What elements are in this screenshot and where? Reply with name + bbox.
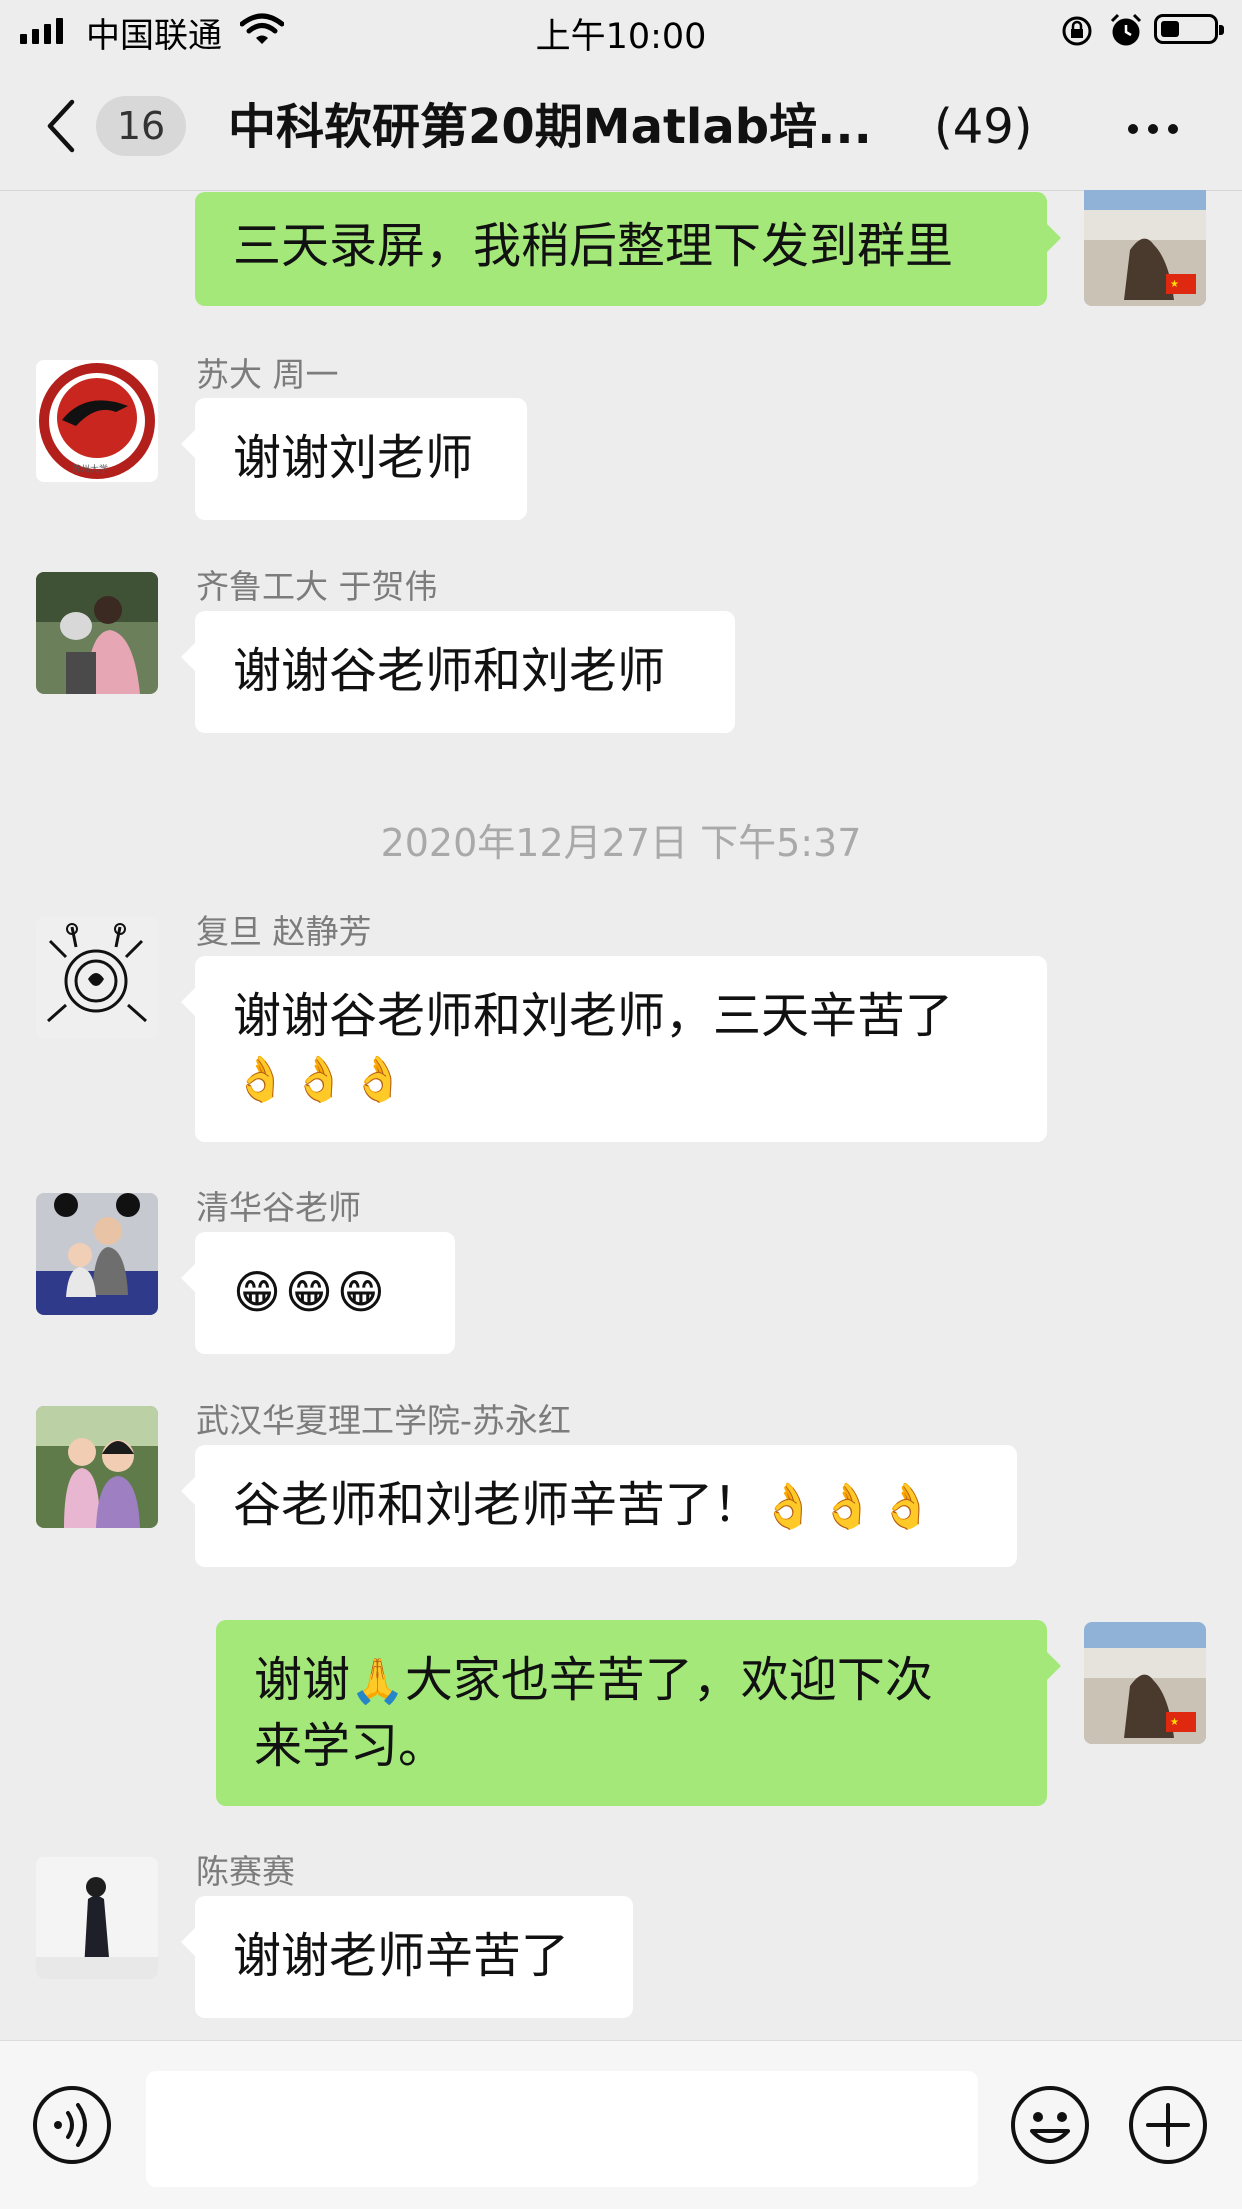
chat-bubble-incoming[interactable]: 谢谢刘老师 [181,398,527,520]
emoji-row: 👌👌👌 [761,1481,938,1532]
input-bar [0,2040,1242,2209]
sender-name: 陈赛赛 [196,1852,295,1891]
message-text: 谢谢谷老师和刘老师，三天辛苦了 [233,988,954,1044]
battery-icon [1154,14,1224,44]
message-text: 谢谢老师辛苦了 [233,1928,570,1984]
svg-text:★: ★ [1170,1717,1179,1728]
chat-title: 中科软研第20期Matlab培... [228,99,872,155]
message-text: 三天录屏，我稍后整理下发到群里 [233,218,954,274]
avatar[interactable] [36,1406,158,1528]
plus-circle-icon[interactable] [1128,2085,1208,2165]
sender-name: 齐鲁工大 于贺伟 [196,567,438,606]
chat-bubble-incoming[interactable]: 谢谢老师辛苦了 [181,1896,633,2018]
avatar[interactable]: 苏州大学 [36,360,158,482]
sender-name: 苏大 周一 [196,355,339,394]
avatar[interactable]: ★ [1084,190,1206,306]
unread-count-badge[interactable]: 16 [96,96,186,156]
avatar[interactable] [36,572,158,694]
member-count: (49) [934,99,1033,155]
emoji-row: 👌👌👌 [233,1054,410,1105]
message-input[interactable] [146,2071,978,2187]
emoji-face-icon[interactable] [1010,2085,1090,2165]
message-text: 大家也辛苦了，欢迎下次 [404,1652,933,1708]
message-text: 谷老师和刘老师辛苦了！ [233,1477,762,1533]
sender-name: 复旦 赵静芳 [196,912,372,951]
status-bar: 中国联通 上午10:00 [0,0,1242,62]
chat-screen: 中国联通 上午10:00 16 中科软研第20期Matlab培... (49) [0,0,1242,2209]
chat-bubble-incoming[interactable]: 谷老师和刘老师辛苦了！👌👌👌 [181,1445,1017,1567]
avatar[interactable]: ★ [1084,1622,1206,1744]
message-text: 谢谢刘老师 [233,430,474,486]
more-dots-icon[interactable] [1128,124,1178,134]
message-text: 谢谢 [254,1652,351,1708]
chat-bubble-outgoing[interactable]: 三天录屏，我稍后整理下发到群里 [195,192,1061,306]
chat-bubble-outgoing[interactable]: 谢谢🙏大家也辛苦了，欢迎下次 来学习。 [216,1620,1061,1806]
voice-icon[interactable] [32,2085,112,2165]
chat-bubble-incoming[interactable]: 谢谢谷老师和刘老师，三天辛苦了 👌👌👌 [181,956,1047,1142]
chat-bubble-incoming[interactable]: 😁😁😁 [181,1232,455,1354]
message-text: 来学习。 [254,1718,447,1774]
chat-header: 16 中科软研第20期Matlab培... (49) [0,62,1242,191]
chevron-left-icon[interactable] [44,98,78,154]
avatar[interactable] [36,1193,158,1315]
sender-name: 武汉华夏理工学院-苏永红 [196,1401,571,1440]
svg-text:★: ★ [1170,279,1179,290]
alarm-icon [1110,13,1142,46]
avatar[interactable] [36,917,158,1039]
message-text: 谢谢谷老师和刘老师 [233,643,666,699]
rotation-lock-icon [1062,16,1092,46]
chat-bubble-incoming[interactable]: 谢谢谷老师和刘老师 [181,611,735,733]
pray-emoji: 🙏 [350,1656,405,1707]
avatar[interactable] [36,1857,158,1979]
svg-text:苏州大学: 苏州大学 [72,463,108,475]
status-time: 上午10:00 [535,17,707,57]
timestamp-divider: 2020年12月27日 下午5:37 [380,821,862,865]
sender-name: 清华谷老师 [196,1188,361,1227]
emoji-row: 😁😁😁 [233,1265,389,1319]
